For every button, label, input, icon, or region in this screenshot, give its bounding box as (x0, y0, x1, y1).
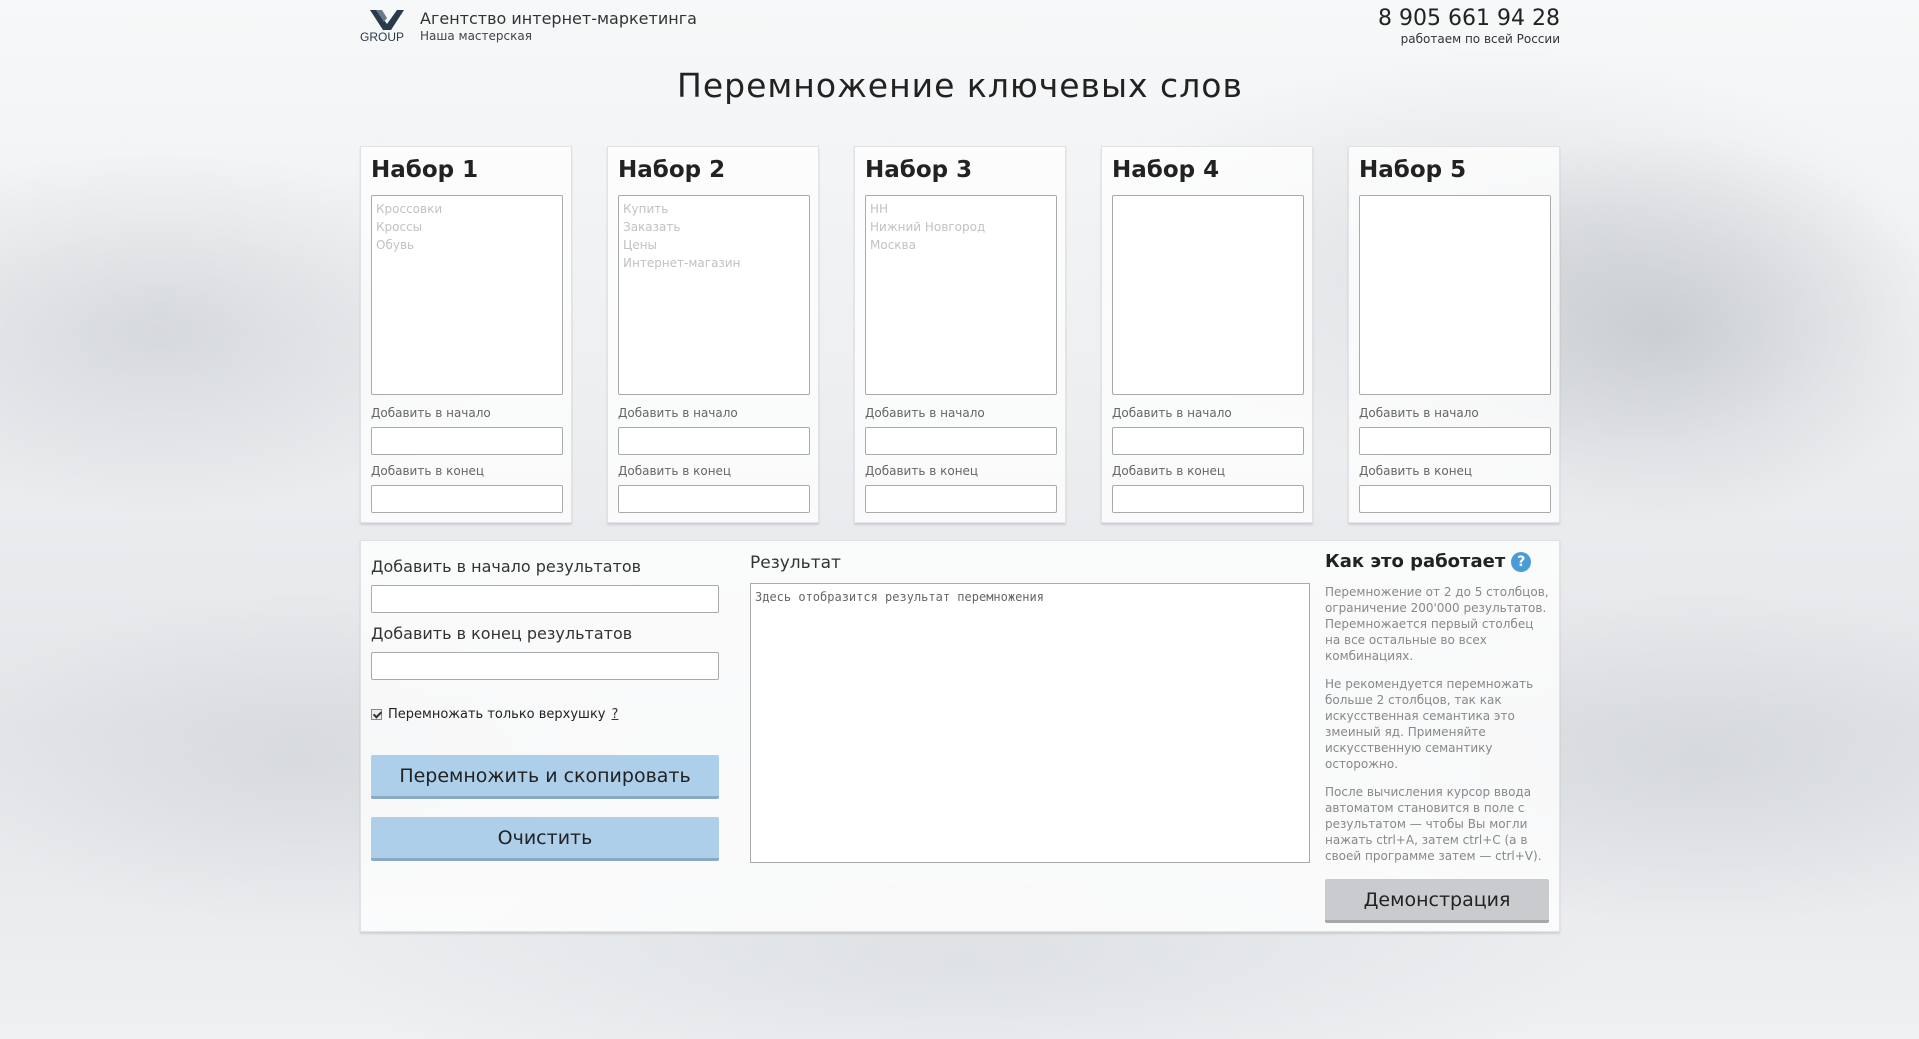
top-only-help-link[interactable]: ? (612, 707, 619, 722)
header: GROUP Агентство интернет-маркетинга Наша… (360, 0, 1560, 60)
set-3-prefix-input[interactable] (865, 427, 1057, 455)
set-5: Набор 5 Добавить в начало Добавить в кон… (1348, 146, 1560, 523)
how-it-works-heading: Как это работает (1325, 551, 1506, 572)
set-1-suffix-input[interactable] (371, 485, 563, 513)
prefix-results-label: Добавить в начало результатов (371, 557, 642, 576)
prefix-label: Добавить в начало (371, 406, 491, 420)
how-paragraph: Перемножение от 2 до 5 столбцов, огранич… (1325, 585, 1549, 663)
suffix-results-label: Добавить в конец результатов (371, 624, 633, 643)
page-container: GROUP Агентство интернет-маркетинга Наша… (360, 0, 1560, 932)
agency-subtitle: Наша мастерская (420, 29, 532, 43)
set-1-prefix-input[interactable] (371, 427, 563, 455)
prefix-results-input[interactable] (371, 585, 719, 613)
set-1-keywords[interactable] (371, 195, 563, 395)
suffix-label: Добавить в конец (1359, 464, 1473, 478)
logo[interactable]: GROUP (360, 8, 414, 42)
question-icon[interactable]: ? (1511, 551, 1532, 572)
phone-number: 8 905 661 94 28 (1378, 6, 1560, 31)
set-2-keywords[interactable] (618, 195, 810, 395)
set-4: Набор 4 Добавить в начало Добавить в кон… (1101, 146, 1313, 523)
how-paragraph: После вычисления курсор ввода автоматом … (1325, 785, 1542, 863)
set-title: Набор 3 (865, 157, 973, 183)
set-5-suffix-input[interactable] (1359, 485, 1551, 513)
set-3-keywords[interactable] (865, 195, 1057, 395)
set-5-keywords[interactable] (1359, 195, 1551, 395)
set-3-suffix-input[interactable] (865, 485, 1057, 513)
how-it-works: Как это работает ? Перемножение от 2 до … (1325, 551, 1549, 864)
top-only-label: Перемножать только верхушку (388, 707, 606, 722)
agency-name: Агентство интернет-маркетинга (420, 9, 697, 28)
suffix-results-input[interactable] (371, 652, 719, 680)
keyword-sets: Набор 1 Добавить в начало Добавить в кон… (360, 146, 1560, 526)
prefix-label: Добавить в начало (865, 406, 985, 420)
set-3: Набор 3 Добавить в начало Добавить в кон… (854, 146, 1066, 523)
how-paragraph: Не рекомендуется перемножать больше 2 ст… (1325, 677, 1534, 771)
how-it-works-title: Как это работает ? (1325, 551, 1549, 572)
suffix-label: Добавить в конец (1112, 464, 1226, 478)
set-5-prefix-input[interactable] (1359, 427, 1551, 455)
set-4-keywords[interactable] (1112, 195, 1304, 395)
prefix-label: Добавить в начало (1112, 406, 1232, 420)
prefix-label: Добавить в начало (1359, 406, 1479, 420)
set-title: Набор 2 (618, 157, 726, 183)
demo-button[interactable]: Демонстрация (1325, 879, 1549, 923)
set-2: Набор 2 Добавить в начало Добавить в кон… (607, 146, 819, 523)
region-note: работаем по всей России (1400, 32, 1560, 46)
page-title: Перемножение ключевых слов (677, 66, 1243, 105)
set-1: Набор 1 Добавить в начало Добавить в кон… (360, 146, 572, 523)
set-title: Набор 4 (1112, 157, 1220, 183)
prefix-label: Добавить в начало (618, 406, 738, 420)
top-only-option[interactable]: Перемножать только верхушку ? (371, 707, 618, 722)
set-title: Набор 5 (1359, 157, 1467, 183)
multiply-copy-button[interactable]: Перемножить и скопировать (371, 755, 719, 799)
set-4-prefix-input[interactable] (1112, 427, 1304, 455)
set-2-suffix-input[interactable] (618, 485, 810, 513)
results-panel: Добавить в начало результатов Добавить в… (360, 540, 1560, 932)
set-2-prefix-input[interactable] (618, 427, 810, 455)
top-only-checkbox[interactable] (371, 709, 382, 720)
suffix-label: Добавить в конец (618, 464, 732, 478)
suffix-label: Добавить в конец (865, 464, 979, 478)
clear-button[interactable]: Очистить (371, 817, 719, 861)
set-4-suffix-input[interactable] (1112, 485, 1304, 513)
result-textarea[interactable] (750, 583, 1310, 863)
logo-text: GROUP (360, 30, 404, 42)
contact-block: 8 905 661 94 28 работаем по всей России (1378, 6, 1560, 46)
set-title: Набор 1 (371, 157, 479, 183)
result-label: Результат (750, 553, 841, 573)
agency-block: Агентство интернет-маркетинга Наша масте… (420, 10, 697, 44)
suffix-label: Добавить в конец (371, 464, 485, 478)
